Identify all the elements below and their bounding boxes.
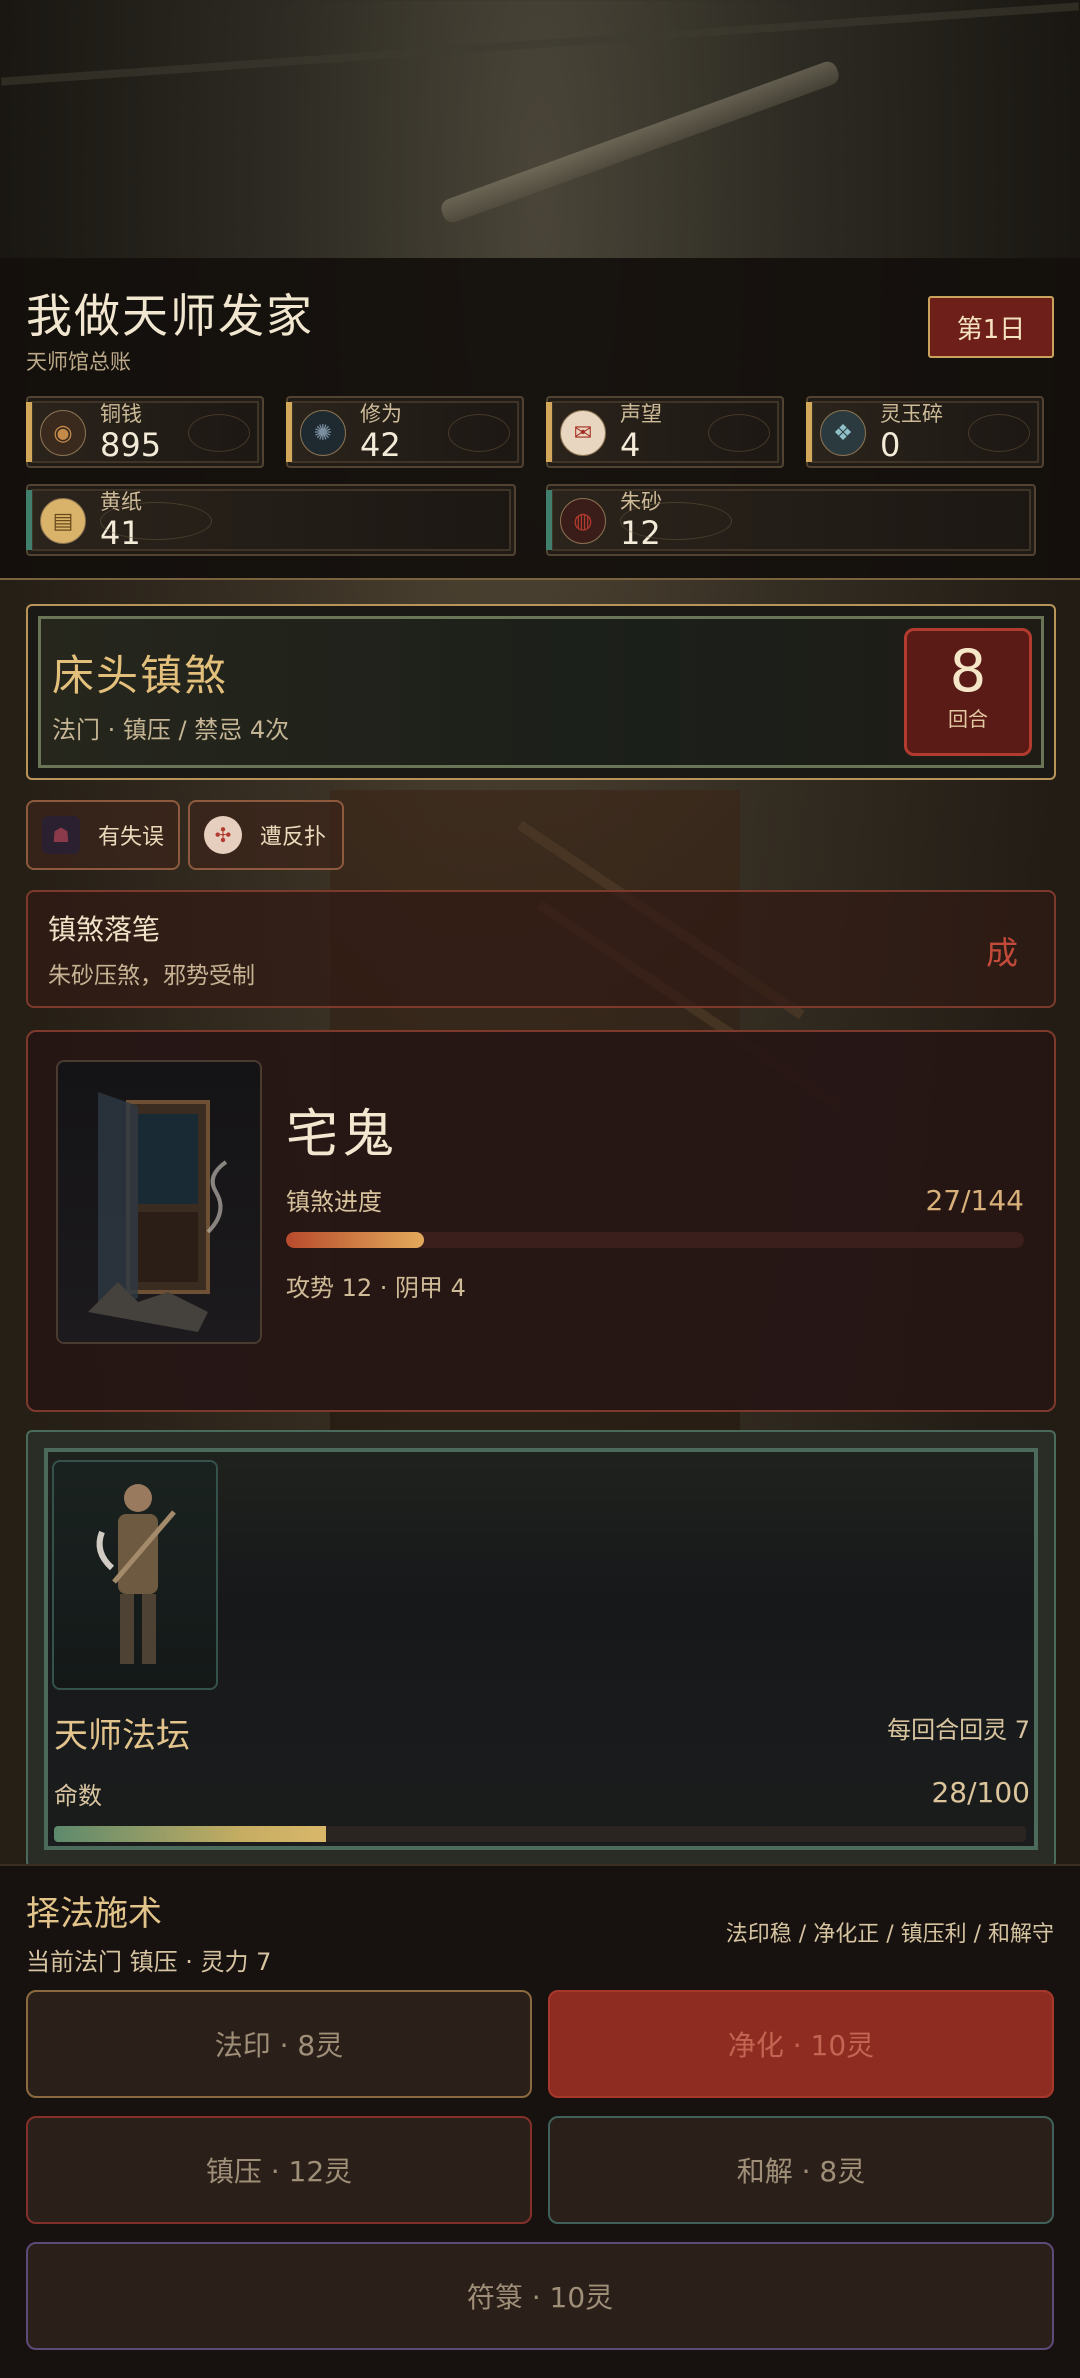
enemy-stats: 攻势 12 · 阴甲 4 (286, 1274, 466, 1302)
resource-value: 0 (880, 426, 901, 464)
life-bar (54, 1826, 1026, 1842)
ornament (448, 414, 510, 452)
resource-label: 修为 (360, 402, 402, 426)
spell-name: 床头镇煞 (52, 651, 229, 700)
suppression-progress-bar (286, 1232, 1024, 1248)
haunted-wardrobe-illustration (88, 1092, 228, 1332)
round-number: 8 (949, 637, 987, 705)
app-subtitle: 天师馆总账 (26, 350, 131, 374)
player-altar-card: 天师法坛 每回合回灵 7 命数 28/100 (26, 1430, 1056, 1868)
ornament (968, 414, 1030, 452)
enemy-name: 宅鬼 (286, 1105, 399, 1165)
enemy-card: 宅鬼 镇煞进度 27/144 攻势 12 · 阴甲 4 (26, 1030, 1056, 1412)
taoist-master-illustration (96, 1484, 176, 1664)
life-value: 28/100 (931, 1776, 1030, 1809)
tag-label: 遭反扑 (260, 825, 327, 850)
resource-value: 42 (360, 426, 401, 464)
skill-button-talisman[interactable]: 符箓 · 10灵 (26, 2242, 1054, 2350)
skill-button-suppress[interactable]: 镇压 · 12灵 (26, 2116, 532, 2224)
tag-label: 有失误 (98, 825, 165, 850)
taoist-master-portrait (52, 1460, 218, 1690)
action-panel: 择法施术 当前法门 镇压 · 灵力 7 法印稳 / 净化正 / 镇压利 / 和解… (0, 1864, 1080, 2378)
suppression-progress-value: 27/144 (925, 1184, 1024, 1217)
life-bar-fill (54, 1826, 327, 1842)
action-title: 择法施术 (26, 1894, 162, 1934)
skill-button-reconcile[interactable]: 和解 · 8灵 (548, 2116, 1054, 2224)
event-log-entry: 镇煞落笔 朱砂压煞，邪势受制 成 (26, 890, 1056, 1008)
round-label: 回合 (948, 707, 988, 731)
spirit-regen-text: 每回合回灵 7 (887, 1716, 1030, 1744)
resource-copper[interactable]: ◉ 铜钱 895 (26, 396, 264, 468)
app-title: 我做天师发家 (26, 289, 314, 343)
cinnabar-icon: ◍ (560, 498, 606, 544)
enemy-portrait (56, 1060, 262, 1344)
resource-cultivation[interactable]: ✺ 修为 42 (286, 396, 524, 468)
action-subtitle: 当前法门 镇压 · 灵力 7 (26, 1948, 272, 1976)
status-tag-mistake[interactable]: ☗ 有失误 (26, 800, 180, 870)
ornament (620, 502, 732, 540)
life-label: 命数 (54, 1782, 102, 1810)
skill-button-seal[interactable]: 法印 · 8灵 (26, 1990, 532, 2098)
ceiling-pipe (1, 2, 1079, 86)
resource-value: 895 (100, 426, 162, 464)
suppression-progress-label: 镇煞进度 (286, 1188, 382, 1216)
skill-button-purify[interactable]: 净化 · 10灵 (548, 1990, 1054, 2098)
jade-shard-icon: ❖ (820, 410, 866, 456)
status-tag-backlash[interactable]: ✣ 遭反扑 (188, 800, 344, 870)
day-badge[interactable]: 第1日 (928, 296, 1054, 358)
ornament (100, 502, 212, 540)
ornament (708, 414, 770, 452)
yellow-paper-icon: ▤ (40, 498, 86, 544)
resource-jade-shard[interactable]: ❖ 灵玉碎 0 (806, 396, 1044, 468)
resource-value: 4 (620, 426, 641, 464)
round-counter: 8 回合 (904, 628, 1032, 756)
resource-label: 灵玉碎 (880, 402, 943, 426)
resource-label: 声望 (620, 402, 662, 426)
coin-icon: ◉ (40, 410, 86, 456)
event-title: 镇煞落笔 (48, 913, 161, 946)
suppression-progress-fill (286, 1232, 425, 1248)
spell-meta: 法门 · 镇压 / 禁忌 4次 (52, 716, 290, 744)
event-result: 成 (985, 934, 1018, 972)
reputation-icon: ✉ (560, 410, 606, 456)
resource-yellow-paper[interactable]: ▤ 黄纸 41 (26, 484, 516, 556)
resource-reputation[interactable]: ✉ 声望 4 (546, 396, 784, 468)
mistake-icon: ☗ (42, 816, 80, 854)
resource-label: 铜钱 (100, 402, 142, 426)
spell-banner: 床头镇煞 法门 · 镇压 / 禁忌 4次 8 回合 (26, 604, 1056, 780)
backlash-icon: ✣ (204, 816, 242, 854)
resource-cinnabar[interactable]: ◍ 朱砂 12 (546, 484, 1036, 556)
event-description: 朱砂压煞，邪势受制 (48, 963, 255, 989)
ornament (188, 414, 250, 452)
ceiling-lamp (438, 58, 842, 226)
cultivation-icon: ✺ (300, 410, 346, 456)
action-hint: 法印稳 / 净化正 / 镇压利 / 和解守 (725, 1922, 1054, 1947)
altar-name: 天师法坛 (54, 1716, 190, 1756)
header-panel: 我做天师发家 天师馆总账 第1日 ◉ 铜钱 895 ✺ 修为 42 ✉ 声望 4… (0, 258, 1080, 580)
